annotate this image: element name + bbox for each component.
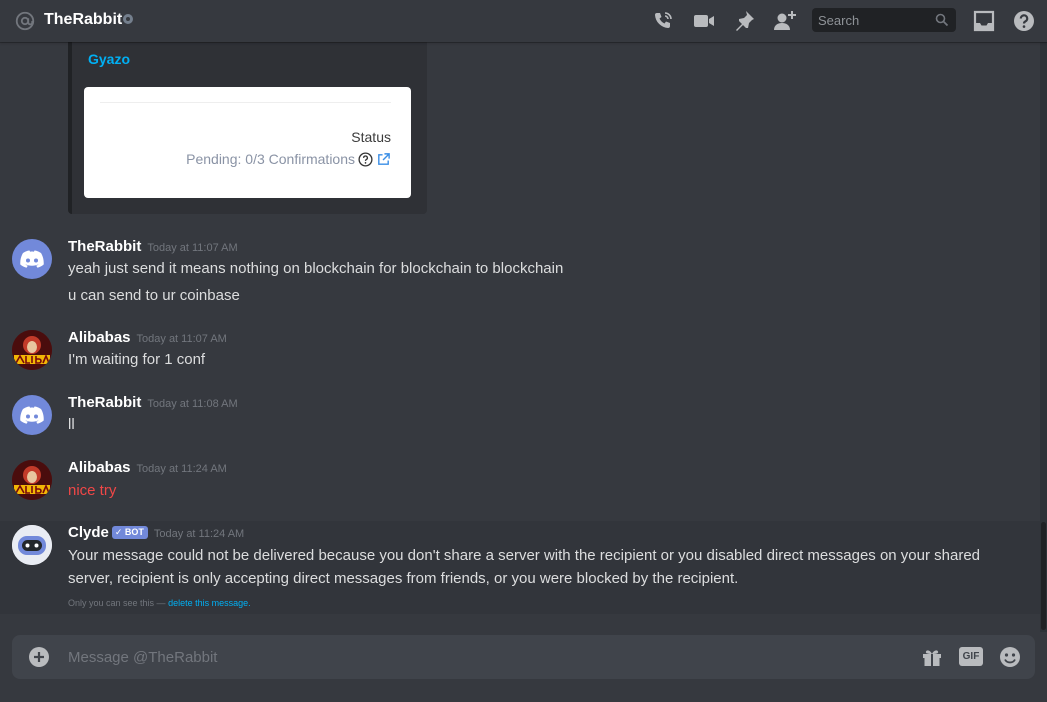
gift-icon[interactable] [920, 645, 944, 669]
message-header: Alibabas Today at 11:07 AM [68, 329, 227, 347]
timestamp: Today at 11:08 AM [147, 398, 238, 410]
pin-icon[interactable] [731, 8, 757, 34]
message-text: ll [68, 416, 75, 433]
message-text: Your message could not be delivered beca… [68, 547, 981, 587]
timestamp: Today at 11:07 AM [136, 333, 227, 345]
bot-tag: ✓ BOT [111, 526, 148, 539]
scrollbar-thumb[interactable] [1041, 522, 1046, 630]
gif-button[interactable]: GIF [959, 647, 983, 666]
message-composer: GIF [12, 635, 1035, 679]
search-bar[interactable] [812, 8, 956, 32]
author-name[interactable]: Clyde [68, 524, 109, 541]
avatar[interactable] [12, 460, 52, 500]
message-list[interactable]: Gyazo Status Pending: 0/3 Confirmations … [0, 42, 1040, 614]
link-embed: Gyazo Status Pending: 0/3 Confirmations [68, 42, 427, 214]
embed-status-label: Status [351, 129, 391, 145]
message-text: u can send to ur coinbase [68, 287, 240, 304]
timestamp: Today at 11:07 AM [147, 242, 238, 254]
author-name[interactable]: TheRabbit [68, 394, 141, 411]
message-input[interactable] [68, 635, 888, 679]
embed-status-text: Pending: 0/3 Confirmations [186, 151, 355, 167]
message: TheRabbit Today at 11:08 AM ll [0, 394, 1040, 439]
ephemeral-note: Only you can see this — delete this mess… [68, 598, 251, 608]
message-header: TheRabbit Today at 11:07 AM [68, 238, 238, 256]
external-link-icon [378, 152, 390, 165]
question-icon [358, 151, 373, 167]
delete-message-link[interactable]: delete this message. [168, 598, 251, 608]
message: Alibabas Today at 11:24 AM nice try [0, 459, 1040, 504]
message-text: nice try [68, 482, 117, 499]
inbox-icon[interactable] [971, 8, 997, 34]
avatar[interactable] [12, 525, 52, 565]
avatar[interactable] [12, 239, 52, 279]
author-name[interactable]: TheRabbit [68, 238, 141, 255]
message-text: yeah just send it means nothing on block… [68, 260, 564, 277]
embed-image[interactable]: Status Pending: 0/3 Confirmations [84, 87, 411, 198]
message-header: Clyde ✓ BOT Today at 11:24 AM [68, 524, 244, 542]
message-text: I'm waiting for 1 conf [68, 351, 206, 368]
voice-call-icon[interactable] [650, 8, 676, 34]
discord-logo-icon [20, 406, 44, 424]
bot-tag-label: BOT [124, 527, 144, 537]
channel-header: TheRabbit [0, 0, 1047, 42]
author-name[interactable]: Alibabas [68, 459, 131, 476]
embed-provider[interactable]: Gyazo [88, 51, 130, 67]
alibabas-avatar-icon [12, 460, 52, 500]
ephemeral-note-text: Only you can see this — [68, 598, 166, 608]
discord-logo-icon [20, 250, 44, 268]
avatar[interactable] [12, 330, 52, 370]
add-friend-icon[interactable] [772, 8, 798, 34]
clyde-bot-icon [12, 525, 52, 565]
embed-divider [100, 102, 391, 103]
embed-status-value: Pending: 0/3 Confirmations [186, 151, 391, 167]
channel-name[interactable]: TheRabbit [44, 11, 122, 29]
at-icon [15, 11, 35, 31]
help-icon[interactable] [1011, 8, 1037, 34]
message-header: TheRabbit Today at 11:08 AM [68, 394, 238, 412]
message: Alibabas Today at 11:07 AM I'm waiting fo… [0, 329, 1040, 374]
search-input[interactable] [818, 8, 930, 32]
message-header: Alibabas Today at 11:24 AM [68, 459, 227, 477]
search-icon [935, 13, 949, 27]
message: TheRabbit Today at 11:07 AM yeah just sen… [0, 238, 1040, 308]
add-attachment-icon[interactable] [29, 647, 49, 667]
author-name[interactable]: Alibabas [68, 329, 131, 346]
timestamp: Today at 11:24 AM [153, 528, 245, 540]
video-call-icon[interactable] [691, 8, 717, 34]
status-offline-icon [123, 14, 133, 24]
timestamp: Today at 11:24 AM [136, 463, 227, 475]
emoji-icon[interactable] [998, 645, 1022, 669]
alibabas-avatar-icon [12, 330, 52, 370]
avatar[interactable] [12, 395, 52, 435]
